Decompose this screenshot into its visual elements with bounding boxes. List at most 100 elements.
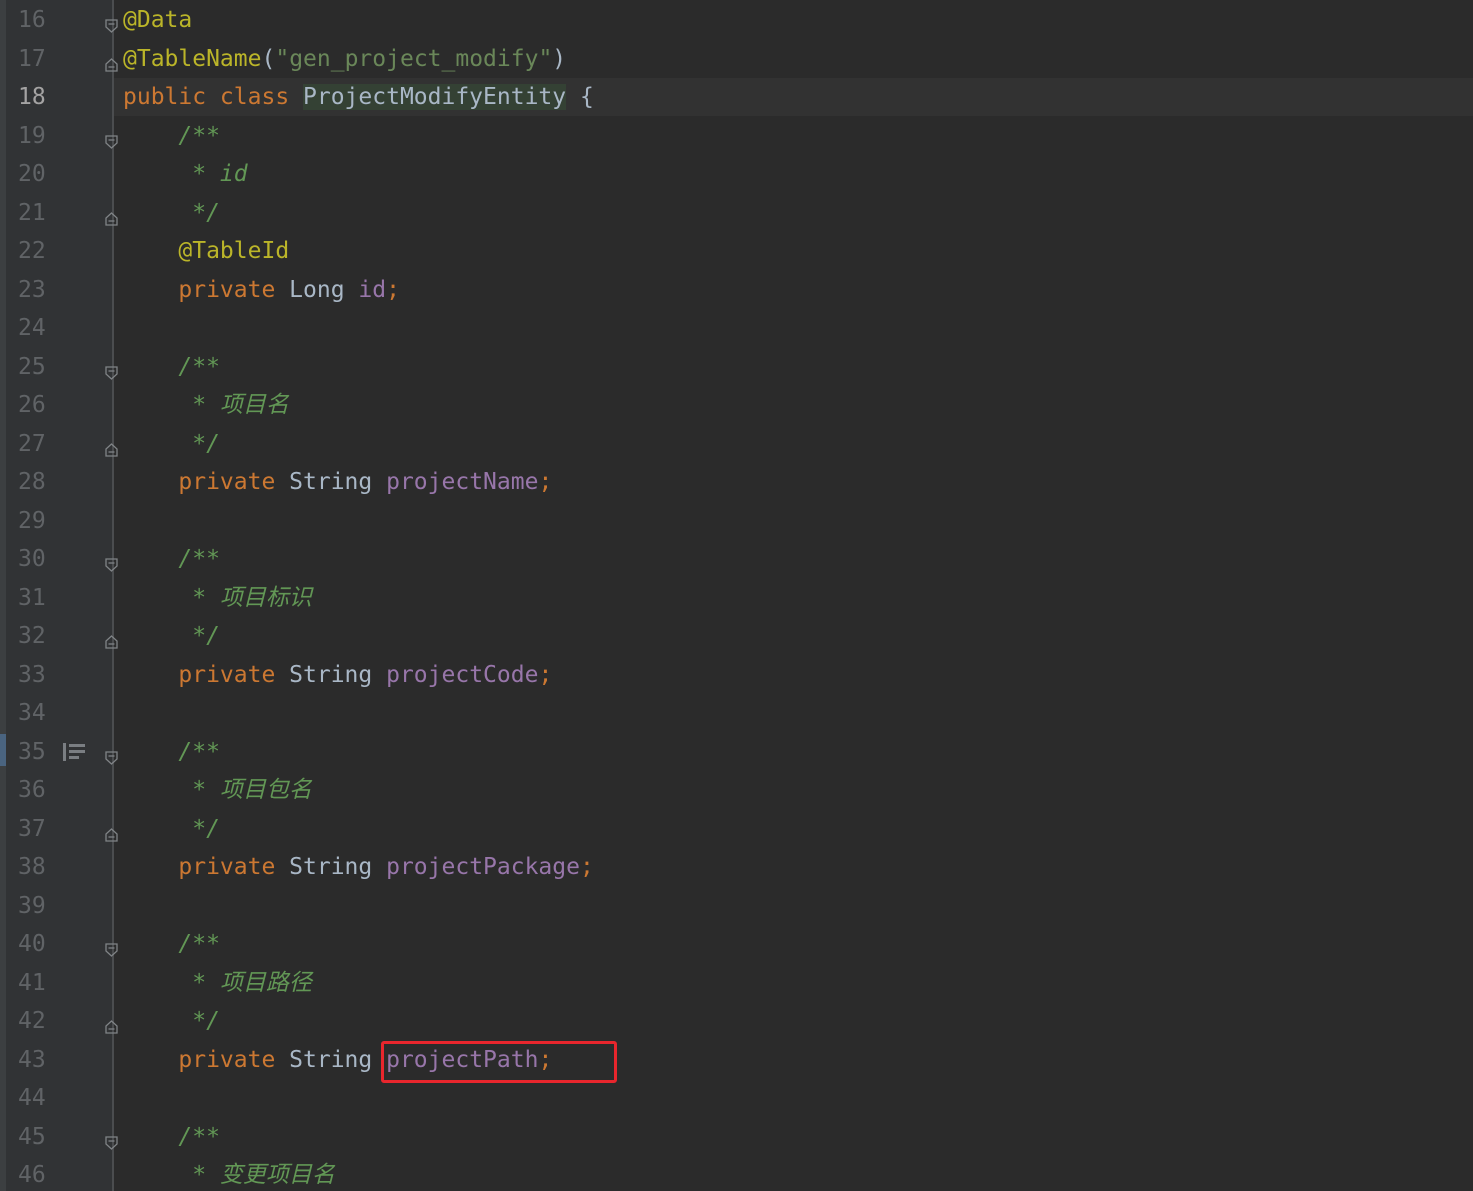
code-token: ; bbox=[579, 854, 594, 880]
code-text[interactable]: /** bbox=[123, 925, 220, 963]
code-text[interactable]: private Long id; bbox=[123, 271, 400, 309]
line-number: 25 bbox=[18, 353, 46, 380]
code-line[interactable]: 34 bbox=[0, 694, 1473, 732]
fold-collapse-icon[interactable] bbox=[105, 13, 118, 33]
fold-end-icon[interactable] bbox=[105, 822, 118, 842]
code-token: /** bbox=[123, 1123, 220, 1150]
fold-collapse-icon[interactable] bbox=[105, 129, 118, 149]
code-token: private bbox=[123, 469, 290, 495]
code-line[interactable]: 36 * 项目包名 bbox=[0, 771, 1473, 809]
code-text[interactable]: private String projectCode; bbox=[123, 656, 552, 694]
fold-end-icon[interactable] bbox=[105, 629, 118, 649]
line-number: 19 bbox=[18, 122, 46, 149]
code-token: ProjectModifyEntity bbox=[303, 84, 567, 110]
code-line[interactable]: 19 /** bbox=[0, 117, 1473, 155]
code-line[interactable]: 38 private String projectPackage; bbox=[0, 848, 1473, 886]
fold-end-icon[interactable] bbox=[105, 1014, 118, 1034]
fold-end-icon[interactable] bbox=[105, 52, 118, 72]
fold-collapse-icon[interactable] bbox=[105, 1130, 118, 1150]
code-text[interactable]: /** bbox=[123, 117, 220, 155]
line-number: 45 bbox=[18, 1123, 46, 1150]
code-line[interactable]: 20 * id bbox=[0, 155, 1473, 193]
code-text[interactable]: private String projectPackage; bbox=[123, 848, 594, 886]
line-number: 46 bbox=[18, 1162, 46, 1188]
code-editor[interactable]: 16 @Data 17 @TableName("gen_project_modify"… bbox=[0, 0, 1473, 1191]
code-text[interactable]: /** bbox=[123, 733, 220, 771]
line-number: 21 bbox=[18, 199, 46, 226]
fold-end-icon[interactable] bbox=[105, 437, 118, 457]
code-text[interactable]: * 项目标识 bbox=[123, 579, 312, 617]
code-line[interactable]: 35 /** bbox=[0, 733, 1473, 771]
code-line[interactable]: 28 private String projectName; bbox=[0, 463, 1473, 501]
code-token: projectPackage bbox=[386, 854, 580, 880]
fold-collapse-icon[interactable] bbox=[105, 937, 118, 957]
code-line[interactable]: 24 bbox=[0, 309, 1473, 347]
code-line[interactable]: 29 bbox=[0, 502, 1473, 540]
line-number: 33 bbox=[18, 661, 46, 688]
code-line[interactable]: 23 private Long id; bbox=[0, 271, 1473, 309]
code-text[interactable]: @TableId bbox=[123, 232, 289, 270]
line-number: 44 bbox=[18, 1085, 46, 1111]
code-text[interactable]: * 变更项目名 bbox=[123, 1156, 335, 1191]
code-line[interactable]: 41 * 项目路径 bbox=[0, 964, 1473, 1002]
code-line[interactable]: 37 */ bbox=[0, 810, 1473, 848]
code-line[interactable]: 45 /** bbox=[0, 1118, 1473, 1156]
render-doc-icon[interactable] bbox=[61, 741, 87, 763]
line-number: 18 bbox=[18, 84, 46, 110]
code-text[interactable]: private String projectName; bbox=[123, 463, 552, 501]
fold-end-icon[interactable] bbox=[105, 206, 118, 226]
code-text[interactable]: public class ProjectModifyEntity { bbox=[123, 78, 594, 116]
code-line[interactable]: 31 * 项目标识 bbox=[0, 579, 1473, 617]
code-line[interactable]: 39 bbox=[0, 887, 1473, 925]
code-text[interactable]: */ bbox=[123, 810, 220, 848]
code-line[interactable]: 40 /** bbox=[0, 925, 1473, 963]
line-number: 16 bbox=[18, 7, 46, 33]
line-number: 42 bbox=[18, 1008, 46, 1034]
code-token: /** bbox=[123, 122, 220, 149]
code-line[interactable]: 22 @TableId bbox=[0, 232, 1473, 270]
code-text[interactable]: */ bbox=[123, 1002, 220, 1040]
code-text[interactable]: @TableName("gen_project_modify") bbox=[123, 40, 566, 78]
code-line[interactable]: 46 * 变更项目名 bbox=[0, 1156, 1473, 1191]
code-text[interactable]: */ bbox=[123, 194, 220, 232]
code-text[interactable]: * 项目包名 bbox=[123, 771, 312, 809]
line-number: 17 bbox=[18, 45, 46, 72]
fold-collapse-icon[interactable] bbox=[105, 360, 118, 380]
code-line[interactable]: 26 * 项目名 bbox=[0, 386, 1473, 424]
code-text[interactable]: * 项目路径 bbox=[123, 964, 312, 1002]
code-token: String bbox=[289, 661, 387, 688]
code-line[interactable]: 33 private String projectCode; bbox=[0, 656, 1473, 694]
code-token: ) bbox=[552, 45, 567, 72]
code-line[interactable]: 30 /** bbox=[0, 540, 1473, 578]
code-line[interactable]: 18 public class ProjectModifyEntity { bbox=[0, 78, 1473, 116]
code-text[interactable]: /** bbox=[123, 1118, 220, 1156]
code-text[interactable]: /** bbox=[123, 540, 220, 578]
code-line[interactable]: 43 private String projectPath; bbox=[0, 1041, 1473, 1079]
code-token: @Data bbox=[123, 7, 193, 33]
annotation-highlight-box bbox=[381, 1041, 617, 1083]
code-token: projectCode bbox=[386, 661, 539, 688]
code-token: @TableId bbox=[178, 238, 290, 264]
code-text[interactable]: /** bbox=[123, 348, 220, 386]
code-text[interactable]: */ bbox=[123, 617, 220, 655]
fold-collapse-icon[interactable] bbox=[105, 552, 118, 572]
code-token: String bbox=[289, 469, 387, 495]
code-line[interactable]: 44 bbox=[0, 1079, 1473, 1117]
code-text[interactable]: * id bbox=[123, 155, 247, 193]
code-lines[interactable]: 16 @Data 17 @TableName("gen_project_modify"… bbox=[0, 0, 1473, 1191]
code-line[interactable]: 25 /** bbox=[0, 348, 1473, 386]
code-token: * 项目包名 bbox=[123, 777, 312, 803]
code-line[interactable]: 17 @TableName("gen_project_modify") bbox=[0, 40, 1473, 78]
code-line[interactable]: 32 */ bbox=[0, 617, 1473, 655]
code-token: */ bbox=[123, 815, 220, 842]
fold-collapse-icon[interactable] bbox=[105, 745, 118, 765]
code-text[interactable]: @Data bbox=[123, 1, 192, 39]
code-token: id bbox=[358, 276, 387, 303]
code-line[interactable]: 42 */ bbox=[0, 1002, 1473, 1040]
code-token: /** bbox=[123, 546, 220, 572]
code-text[interactable]: */ bbox=[123, 425, 220, 463]
code-line[interactable]: 27 */ bbox=[0, 425, 1473, 463]
code-line[interactable]: 21 */ bbox=[0, 194, 1473, 232]
code-line[interactable]: 16 @Data bbox=[0, 1, 1473, 39]
code-text[interactable]: * 项目名 bbox=[123, 386, 289, 424]
